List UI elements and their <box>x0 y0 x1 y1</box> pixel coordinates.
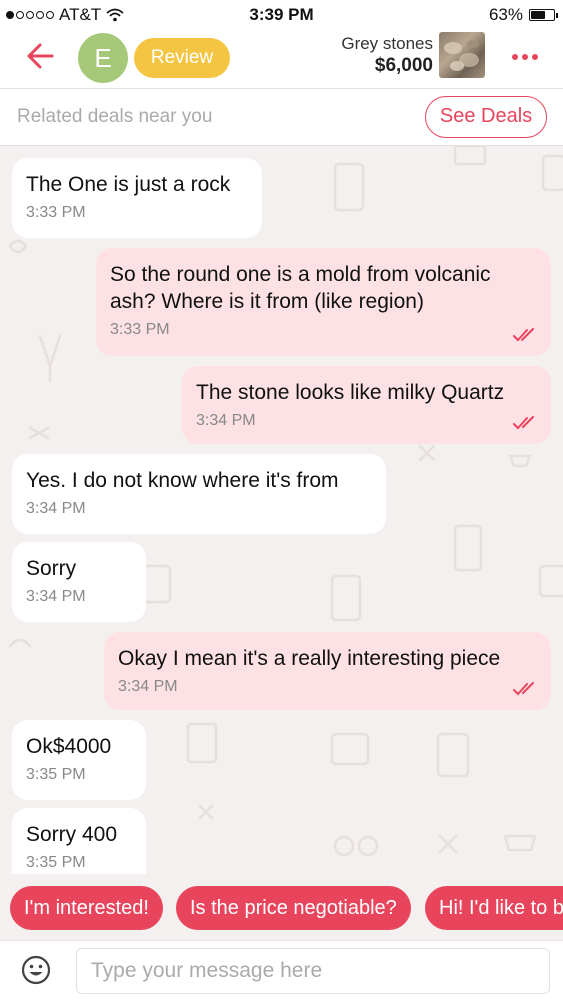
review-button[interactable]: Review <box>134 38 230 78</box>
arrow-left-icon <box>27 43 54 69</box>
battery-fill <box>531 11 545 19</box>
status-right: 63% <box>488 5 558 25</box>
product-name[interactable]: Grey stones <box>341 34 433 54</box>
status-bar: AT&T 3:39 PM 63% <box>0 0 563 30</box>
see-deals-button[interactable]: See Deals <box>425 96 547 138</box>
message-time: 3:35 PM <box>26 766 86 783</box>
message-input[interactable] <box>76 948 550 994</box>
message-time: 3:34 PM <box>26 588 86 605</box>
message-time: 3:34 PM <box>26 500 86 517</box>
message-bubble-incoming[interactable]: The One is just a rock 3:33 PM <box>12 158 262 238</box>
battery-percent: 63% <box>488 5 523 24</box>
product-thumbnail[interactable] <box>439 32 485 78</box>
message-text: So the round one is a mold from volcanic… <box>110 263 491 313</box>
message-text: Yes. I do not know where it's from <box>26 469 339 492</box>
quick-reply-negotiable[interactable]: Is the price negotiable? <box>176 886 411 930</box>
message-time: 3:34 PM <box>196 412 256 429</box>
message-text: Sorry 400 <box>26 823 118 846</box>
message-text: Sorry <box>26 557 77 580</box>
message-text: Okay I mean it's a really interesting pi… <box>118 647 501 670</box>
battery-icon <box>529 9 558 21</box>
message-text: The One is just a rock <box>26 173 231 196</box>
back-button[interactable] <box>22 36 62 76</box>
message-input-bar <box>0 940 563 1000</box>
message-bubble-incoming[interactable]: Ok$4000 3:35 PM <box>12 720 146 800</box>
chat-header: E Review Grey stones $6,000 <box>0 30 563 88</box>
read-receipt-icon <box>513 328 534 342</box>
message-bubble-incoming[interactable]: Sorry 400 3:35 PM <box>12 808 146 874</box>
message-time: 3:34 PM <box>118 678 178 695</box>
related-deals-text: Related deals near you <box>17 106 213 127</box>
emoji-smile-icon <box>21 955 51 985</box>
read-receipt-icon <box>513 416 534 430</box>
message-bubble-incoming[interactable]: Yes. I do not know where it's from 3:34 … <box>12 454 386 534</box>
more-dots-icon <box>512 54 538 60</box>
avatar[interactable]: E <box>78 33 128 83</box>
message-bubble-outgoing[interactable]: So the round one is a mold from volcanic… <box>96 248 551 356</box>
emoji-button[interactable] <box>20 954 52 986</box>
quick-reply-like-to[interactable]: Hi! I'd like to b <box>425 886 563 930</box>
message-time: 3:33 PM <box>26 204 86 221</box>
message-bubble-incoming[interactable]: Sorry 3:34 PM <box>12 542 146 622</box>
product-price[interactable]: $6,000 <box>375 55 433 77</box>
message-bubble-outgoing[interactable]: Okay I mean it's a really interesting pi… <box>104 632 551 710</box>
related-deals-bar: Related deals near you See Deals <box>0 88 563 146</box>
message-time: 3:35 PM <box>26 854 86 871</box>
quick-reply-interested[interactable]: I'm interested! <box>10 886 163 930</box>
message-time: 3:33 PM <box>110 321 170 338</box>
read-receipt-icon <box>513 682 534 696</box>
message-text: Ok$4000 <box>26 735 112 758</box>
message-text: The stone looks like milky Quartz <box>196 381 505 404</box>
chat-messages[interactable]: The One is just a rock 3:33 PM So the ro… <box>0 146 563 874</box>
more-options-button[interactable] <box>505 42 545 72</box>
message-bubble-outgoing[interactable]: The stone looks like milky Quartz 3:34 P… <box>182 366 551 444</box>
quick-replies: I'm interested! Is the price negotiable?… <box>0 886 563 932</box>
status-time: 3:39 PM <box>249 5 314 24</box>
